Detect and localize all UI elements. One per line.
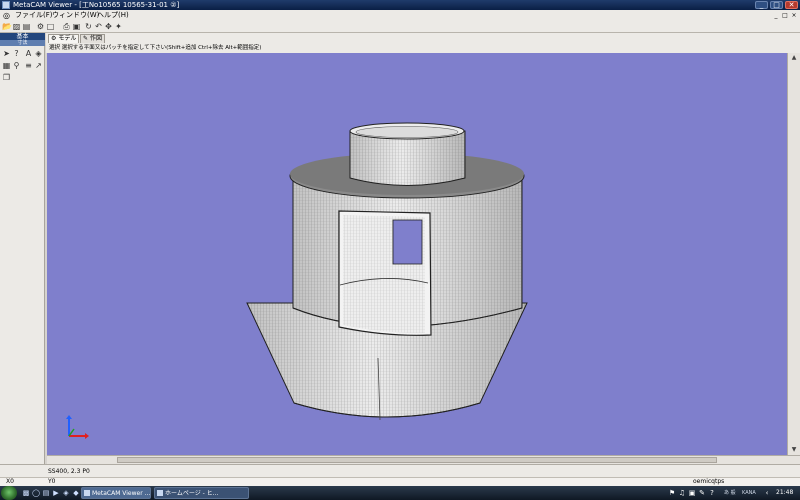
chevron-left-icon[interactable]: ‹ xyxy=(763,489,771,497)
menu-help[interactable]: ヘルプ(H) xyxy=(97,10,129,21)
show-desktop-icon[interactable]: ▩ xyxy=(22,489,30,497)
media-icon[interactable]: ▶ xyxy=(52,489,60,497)
volume-tray-icon[interactable]: ♫ xyxy=(678,489,686,497)
tab-drawing[interactable]: ✎ 作図 xyxy=(80,34,105,43)
hint-bar: 選択 選択する平面又はパッチを指定して下さい(Shift+追加 Ctrl+除去 … xyxy=(46,43,800,53)
tab-drawing-label: 作図 xyxy=(89,35,102,42)
menu-window[interactable]: ウィンドウ(W) xyxy=(52,10,99,21)
kana-mode-label[interactable]: KANA xyxy=(742,486,756,500)
taskbar: ▩ ◯ ▤ ▶ ◈ ◆ MetaCAM Viewer ... ホームページ - … xyxy=(0,486,800,500)
undo-icon[interactable]: ↶ xyxy=(94,22,103,31)
vertical-scrollbar[interactable]: ▲ ▼ xyxy=(787,53,800,455)
app-quicklaunch-icon[interactable]: ◈ xyxy=(62,489,70,497)
security-tray-icon[interactable]: ⚑ xyxy=(668,489,676,497)
tab-model[interactable]: ⚙ モデル xyxy=(48,34,80,43)
measure-icon[interactable]: ◈ xyxy=(34,49,43,58)
neck-tube xyxy=(349,122,466,186)
axis-triad xyxy=(66,415,89,439)
left-tool-panel: 基本 寸法 ➤ ? A ◈ ▦ ⚲ ≡ ↗ ❐ xyxy=(0,33,45,465)
fit-view-icon[interactable]: ▣ xyxy=(72,22,81,31)
view-window-icon[interactable]: ▦ xyxy=(2,61,11,70)
app-icon xyxy=(2,1,10,9)
start-button[interactable] xyxy=(1,486,17,500)
network-tray-icon[interactable]: ▣ xyxy=(688,489,696,497)
task-metacam[interactable]: MetaCAM Viewer ... xyxy=(81,487,151,499)
browser-task-icon xyxy=(157,490,163,496)
list-icon[interactable]: ≡ xyxy=(24,61,33,70)
metacam-task-icon xyxy=(84,490,90,496)
panel-subheader[interactable]: 寸法 xyxy=(0,40,45,46)
ime-mode-label[interactable]: あ 般 xyxy=(724,486,736,500)
model-viewport[interactable] xyxy=(47,53,787,455)
task-homepage[interactable]: ホームページ - ヒ... xyxy=(154,487,249,499)
open-folder-icon[interactable]: 📂 xyxy=(2,22,12,31)
rotate-icon[interactable]: ↻ xyxy=(84,22,93,31)
magnifier-icon[interactable]: ⚲ xyxy=(12,61,21,70)
clock: 21:48 xyxy=(776,489,794,496)
task-metacam-label: MetaCAM Viewer ... xyxy=(92,490,151,497)
copy-icon[interactable]: ❐ xyxy=(2,73,11,82)
app-quicklaunch2-icon[interactable]: ◆ xyxy=(72,489,80,497)
pan-icon[interactable]: ✥ xyxy=(104,22,113,31)
select-cursor-icon[interactable]: ➤ xyxy=(2,49,11,58)
horizontal-scrollbar[interactable] xyxy=(47,455,800,464)
window-title: MetaCAM Viewer - [工No10565 10565-31-01 ②… xyxy=(13,1,180,9)
document-icon[interactable]: □ xyxy=(46,22,55,31)
query-icon[interactable]: ? xyxy=(12,49,21,58)
print-preview-icon[interactable]: ▤ xyxy=(22,22,31,31)
status-bar: SS400, 2.3 P0 xyxy=(0,464,800,478)
close-button[interactable]: ✕ xyxy=(785,1,798,9)
model-icon: ⚙ xyxy=(51,35,57,42)
title-bar: MetaCAM Viewer - [工No10565 10565-31-01 ②… xyxy=(0,0,800,10)
toolbar: 📂 ▨ ▤ ⚙ □ ⎙ ▣ ↻ ↶ ✥ ✦ xyxy=(0,21,800,33)
mdi-close-button[interactable]: × xyxy=(790,12,798,19)
scroll-down-icon[interactable]: ▼ xyxy=(789,445,799,454)
help-tray-icon[interactable]: ? xyxy=(708,489,716,497)
mdi-minimize-button[interactable]: _ xyxy=(772,12,780,19)
side-opening xyxy=(338,210,432,336)
y-coordinate: Y0 xyxy=(48,478,56,485)
folder-icon[interactable]: ▤ xyxy=(42,489,50,497)
user-name: oemicqtps xyxy=(693,478,725,485)
coordinate-bar: X0 Y0 oemicqtps xyxy=(0,477,800,486)
pencil-icon: ✎ xyxy=(83,35,89,42)
text-tool-icon[interactable]: A xyxy=(24,49,33,58)
zoom-icon[interactable]: ✦ xyxy=(114,22,123,31)
menu-bar: ◎ ファイル(F) ウィンドウ(W) ヘルプ(H) _ □ × xyxy=(0,10,800,21)
layers-icon[interactable]: ▨ xyxy=(12,22,21,31)
scroll-up-icon[interactable]: ▲ xyxy=(789,53,799,62)
x-coordinate: X0 xyxy=(6,478,14,485)
browser-icon[interactable]: ◯ xyxy=(32,489,40,497)
mdi-restore-button[interactable]: □ xyxy=(781,12,789,19)
scroll-thumb[interactable] xyxy=(117,457,717,463)
task-homepage-label: ホームページ - ヒ... xyxy=(165,490,219,497)
maximize-button[interactable]: □ xyxy=(770,1,783,9)
print-icon[interactable]: ⎙ xyxy=(62,22,71,31)
model-render xyxy=(66,122,528,439)
tab-bar: ⚙ モデル ✎ 作図 xyxy=(46,33,800,43)
export-icon[interactable]: ↗ xyxy=(34,61,43,70)
ime-tray-icon[interactable]: ✎ xyxy=(698,489,706,497)
document-menu-icon[interactable]: ◎ xyxy=(3,11,12,20)
menu-file[interactable]: ファイル(F) xyxy=(15,10,53,21)
tab-model-label: モデル xyxy=(58,35,77,42)
settings-icon[interactable]: ⚙ xyxy=(36,22,45,31)
minimize-button[interactable]: _ xyxy=(755,1,768,9)
panel-header[interactable]: 基本 xyxy=(0,33,45,40)
